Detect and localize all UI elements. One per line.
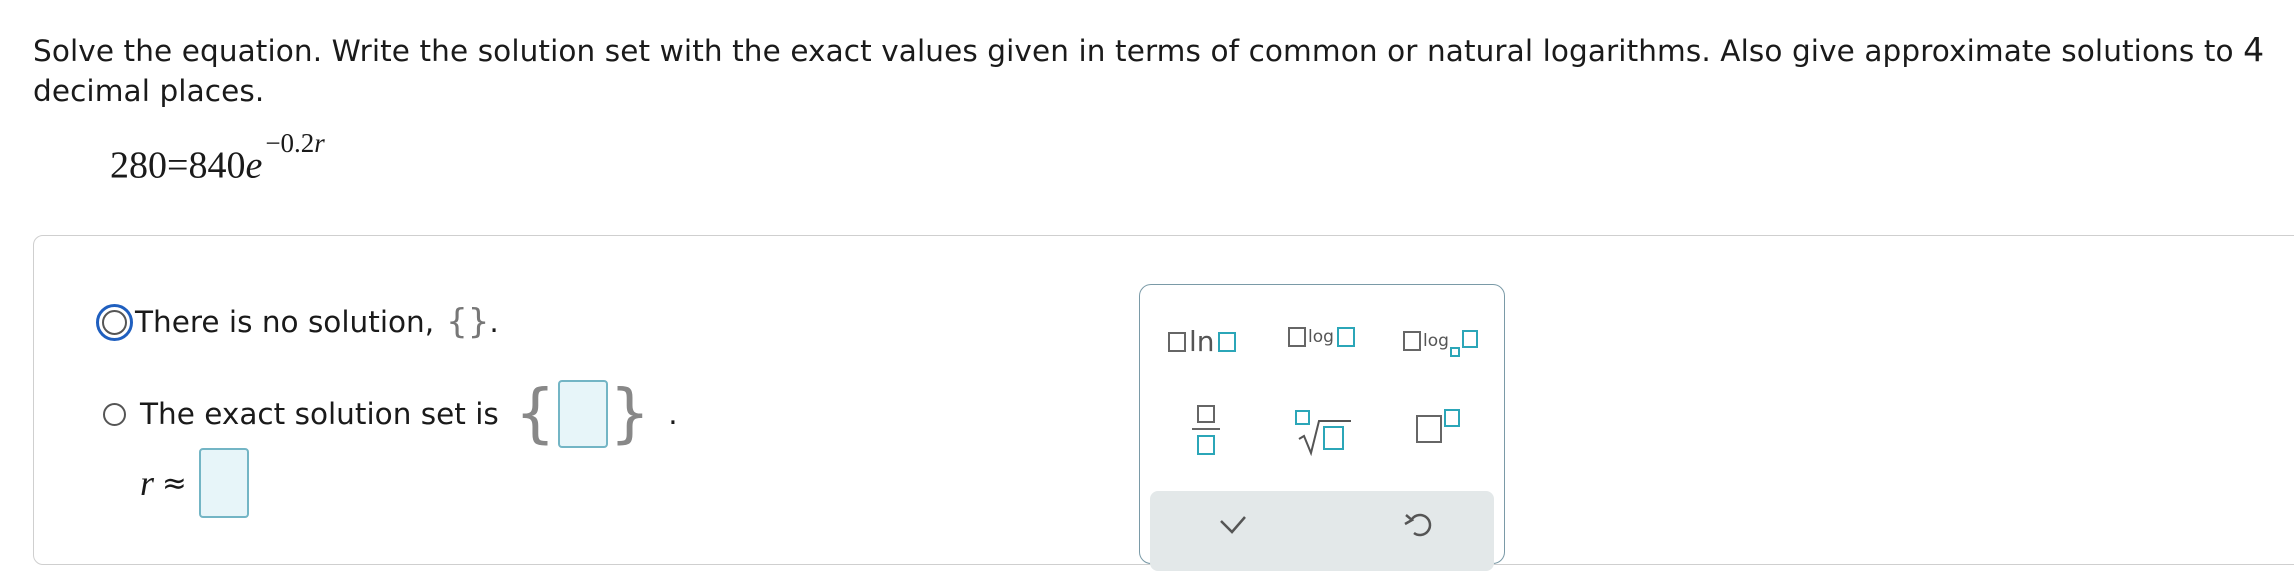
- ln-argument-placeholder-icon: [1168, 331, 1186, 352]
- prompt-text-after: decimal places.: [33, 74, 265, 108]
- nth-root-button[interactable]: [1293, 409, 1353, 457]
- option-exact-solution[interactable]: The exact solution set is { } .: [103, 380, 678, 448]
- log-base-placeholder-icon: [1449, 347, 1460, 357]
- ln-input-placeholder-icon: [1217, 331, 1236, 352]
- logb-input-placeholder-icon: [1461, 330, 1478, 348]
- approx-variable: r: [140, 463, 155, 503]
- exponent-button[interactable]: [1416, 409, 1460, 443]
- logb-argument-placeholder-icon: [1403, 331, 1421, 351]
- prompt-text-before: Solve the equation. Write the solution s…: [33, 34, 2244, 68]
- ln-button[interactable]: ln: [1168, 325, 1236, 358]
- ln-label: ln: [1189, 325, 1215, 358]
- log-button[interactable]: log: [1288, 327, 1355, 347]
- logb-label: log: [1423, 331, 1449, 351]
- fraction-button[interactable]: [1192, 405, 1220, 455]
- base-placeholder-icon: [1416, 415, 1442, 443]
- equals-sign: =: [167, 144, 189, 187]
- math-palette: ln log log: [1139, 284, 1505, 571]
- log-label: log: [1308, 327, 1334, 347]
- exponent-variable: r: [314, 128, 325, 158]
- equation-base: e: [245, 144, 263, 187]
- question-prompt: Solve the equation. Write the solution s…: [33, 30, 2283, 111]
- log-input-placeholder-icon: [1336, 327, 1355, 347]
- approx-symbol: ≈: [162, 466, 187, 500]
- check-icon[interactable]: [1218, 509, 1248, 539]
- no-solution-period: .: [489, 305, 499, 339]
- exact-solution-label: The exact solution set is: [140, 397, 499, 431]
- no-solution-radio[interactable]: [96, 303, 133, 341]
- equation-lhs: 280: [110, 144, 167, 187]
- option-no-solution[interactable]: There is no solution, {} .: [96, 302, 499, 342]
- no-solution-label: There is no solution,: [135, 305, 435, 339]
- exponent-placeholder-icon: [1444, 409, 1460, 427]
- numerator-placeholder-icon: [1197, 405, 1215, 423]
- approximate-solution-input[interactable]: [198, 448, 249, 518]
- set-close-brace: }: [609, 377, 651, 451]
- log-base-button[interactable]: log: [1403, 325, 1478, 357]
- log-argument-placeholder-icon: [1288, 327, 1306, 347]
- approximate-solution-row: r ≈: [140, 448, 249, 518]
- fraction-bar-icon: [1192, 428, 1220, 430]
- equation: 280=840e−0.2r: [110, 128, 325, 188]
- exact-solution-radio[interactable]: [103, 402, 126, 426]
- palette-action-bar: [1150, 491, 1494, 571]
- exponent-coefficient: −0.2: [265, 128, 315, 158]
- equation-exponent: −0.2r: [265, 128, 325, 158]
- solution-set-input[interactable]: [557, 380, 608, 448]
- empty-set-symbol: {}: [446, 302, 490, 342]
- nth-root-icon: [1295, 410, 1351, 457]
- decimal-places-count: 4: [2243, 30, 2265, 69]
- undo-icon[interactable]: [1402, 509, 1432, 539]
- denominator-placeholder-icon: [1197, 435, 1215, 455]
- equation-coefficient: 840: [188, 144, 246, 187]
- set-open-brace: {: [514, 377, 556, 451]
- exact-solution-period: .: [668, 397, 678, 431]
